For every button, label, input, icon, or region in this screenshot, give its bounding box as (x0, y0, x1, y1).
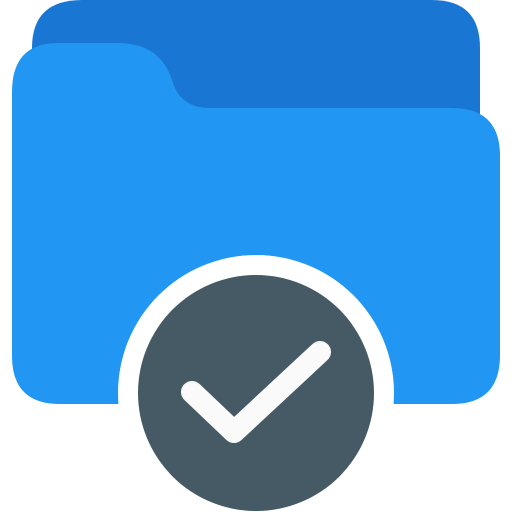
icon-canvas (0, 0, 512, 512)
folder-check-icon (12, 0, 500, 512)
badge-circle (138, 275, 374, 511)
